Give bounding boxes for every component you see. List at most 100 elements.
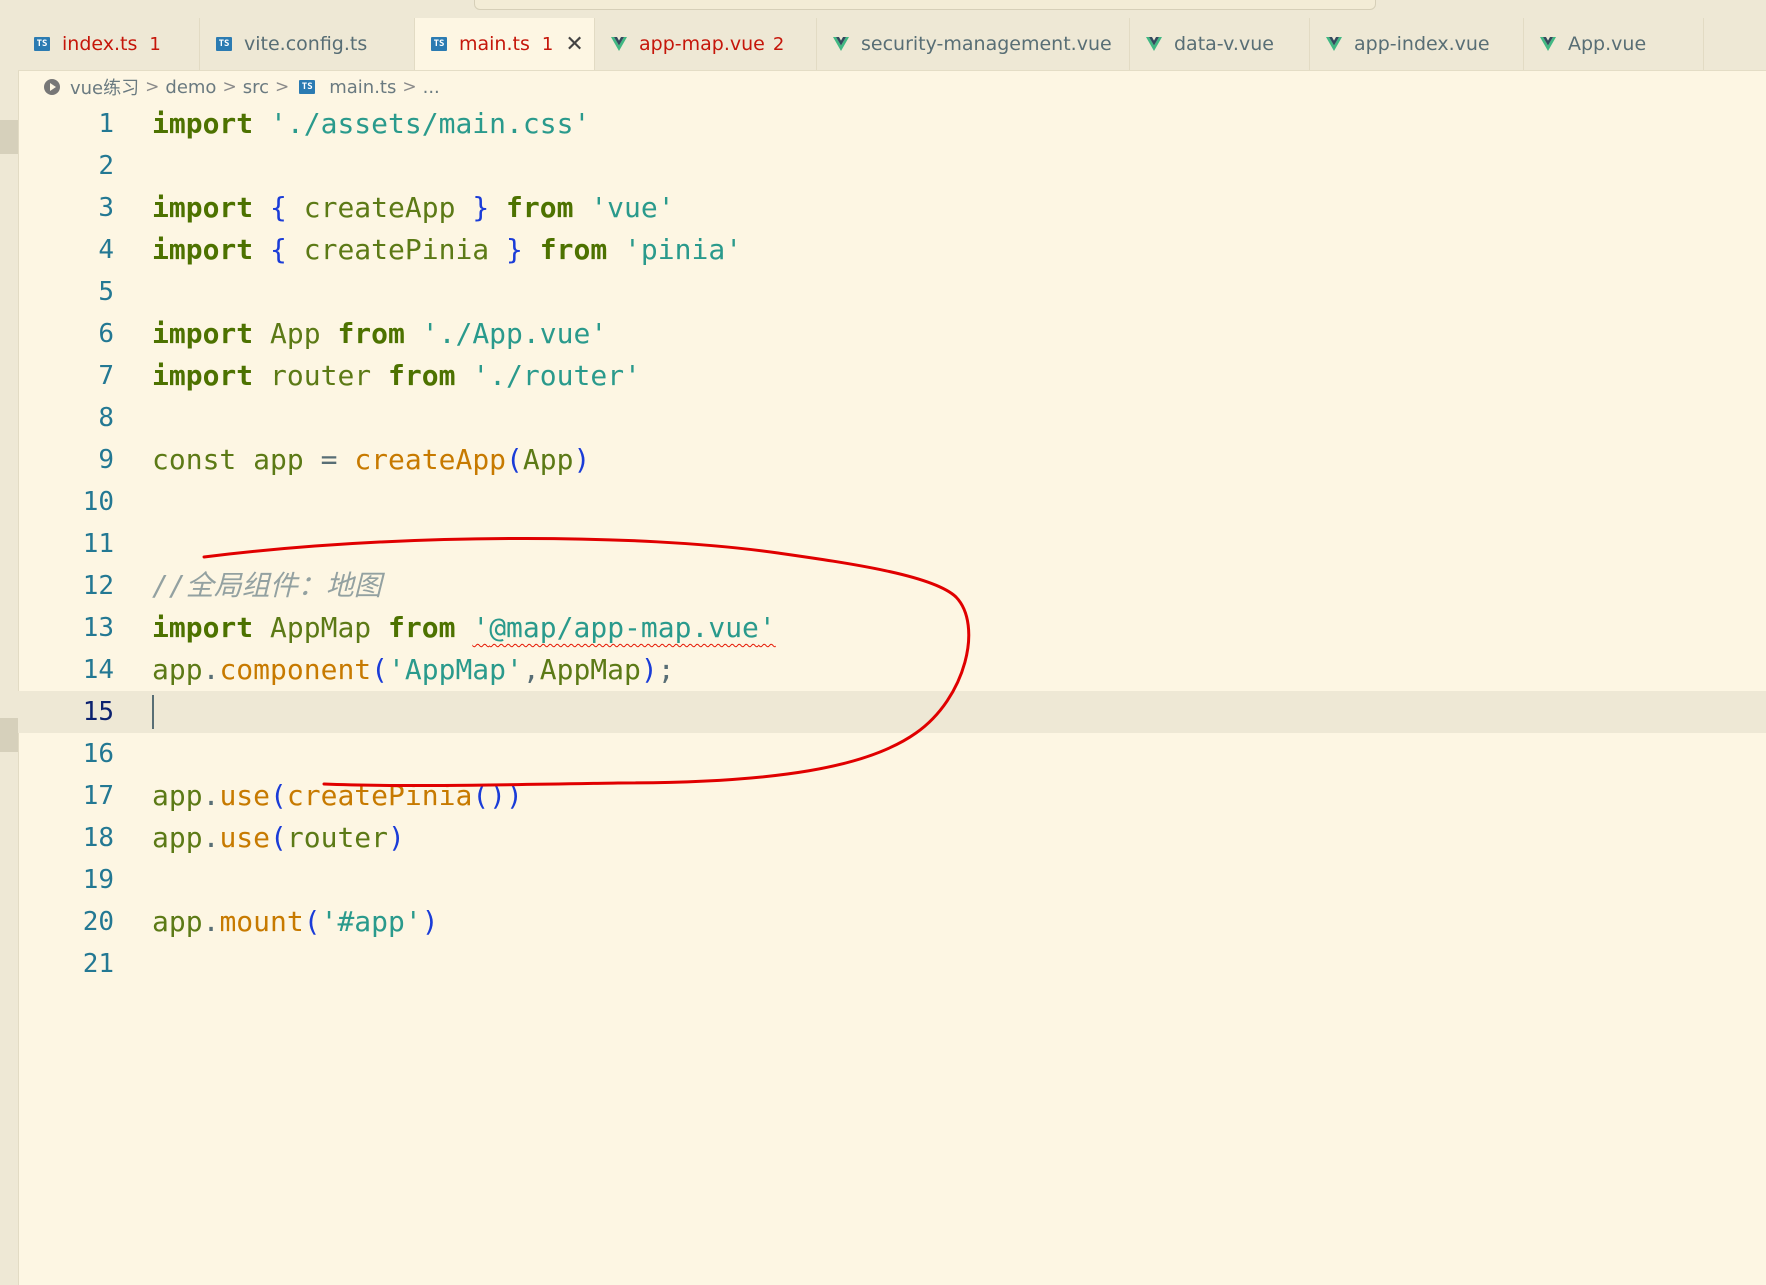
tab-label: App.vue (1568, 33, 1647, 55)
line-number: 14 (82, 655, 114, 685)
code-line[interactable]: 3 import { createApp } from 'vue' (18, 187, 1766, 229)
code-line[interactable]: 17 app.use(createPinia()) (18, 775, 1766, 817)
breadcrumb-item[interactable]: demo (165, 77, 216, 98)
line-number: 21 (82, 949, 114, 979)
code-line[interactable]: 6 import App from './App.vue' (18, 313, 1766, 355)
code-text: import { createPinia } from 'pinia' (152, 233, 743, 266)
line-number: 15 (82, 697, 114, 727)
line-number: 16 (82, 739, 114, 769)
activity-bar (0, 18, 19, 1285)
code-line[interactable]: 14 app.component('AppMap',AppMap); (18, 649, 1766, 691)
line-number: 4 (98, 235, 114, 265)
line-number: 6 (98, 319, 114, 349)
code-line[interactable]: 1 import './assets/main.css' (18, 103, 1766, 145)
breadcrumb-item[interactable]: main.ts (329, 77, 396, 98)
text-cursor (152, 695, 154, 729)
tab-label: app-index.vue (1354, 33, 1490, 55)
typescript-file-icon: TS (216, 37, 232, 51)
code-line[interactable]: 19 (18, 859, 1766, 901)
code-text: import AppMap from '@map/app-map.vue' (152, 611, 776, 644)
tab-app-vue[interactable]: App.vue (1524, 18, 1704, 70)
folder-run-icon (44, 79, 60, 95)
code-text: app.mount('#app') (152, 905, 439, 938)
tab-vite-config-ts[interactable]: TS vite.config.ts (200, 18, 415, 70)
vue-file-icon (833, 37, 849, 51)
close-icon[interactable]: ✕ (565, 32, 583, 57)
vue-file-icon (1540, 37, 1556, 51)
line-number: 10 (82, 487, 114, 517)
breadcrumb-item[interactable]: vue练习 (70, 74, 139, 100)
code-text: app.use(createPinia()) (152, 779, 523, 812)
tab-label: vite.config.ts (244, 33, 368, 55)
code-text: //全局组件：地图 (152, 565, 382, 607)
line-number: 7 (98, 361, 114, 391)
tab-app-map-vue[interactable]: app-map.vue 2 (595, 18, 817, 70)
code-line[interactable]: 21 (18, 943, 1766, 985)
line-number: 8 (98, 403, 114, 433)
error-count-badge: 1 (541, 33, 554, 55)
code-line[interactable]: 16 (18, 733, 1766, 775)
code-text: const app = createApp(App) (152, 443, 591, 476)
tab-app-index-vue[interactable]: app-index.vue (1310, 18, 1524, 70)
typescript-file-icon: TS (299, 80, 316, 94)
tab-main-ts[interactable]: TS main.ts 1 ✕ (415, 18, 595, 70)
title-bar (0, 0, 1766, 18)
tab-label: index.ts (62, 33, 138, 55)
vue-file-icon (611, 37, 627, 51)
code-line-current[interactable]: 15 (18, 691, 1766, 733)
typescript-file-icon: TS (431, 37, 447, 51)
code-line[interactable]: 12 //全局组件：地图 (18, 565, 1766, 607)
code-line[interactable]: 5 (18, 271, 1766, 313)
line-number: 11 (82, 529, 114, 559)
code-line[interactable]: 13 import AppMap from '@map/app-map.vue' (18, 607, 1766, 649)
code-text: import { createApp } from 'vue' (152, 191, 675, 224)
activity-bar-indicator[interactable] (0, 718, 18, 752)
line-number: 19 (82, 865, 114, 895)
code-text: app.use(router) (152, 821, 405, 854)
code-line[interactable]: 2 (18, 145, 1766, 187)
code-editor[interactable]: 1 import './assets/main.css' 2 3 import { … (18, 103, 1766, 1285)
code-line[interactable]: 4 import { createPinia } from 'pinia' (18, 229, 1766, 271)
command-center[interactable] (474, 0, 1376, 10)
error-count-badge: 1 (149, 33, 161, 55)
typescript-file-icon: TS (34, 37, 50, 51)
breadcrumb-item[interactable]: ... (423, 77, 440, 98)
line-number: 5 (98, 277, 114, 307)
code-line[interactable]: 11 (18, 523, 1766, 565)
line-number: 13 (82, 613, 114, 643)
tab-data-v-vue[interactable]: data-v.vue (1130, 18, 1310, 70)
activity-bar-indicator[interactable] (0, 120, 18, 154)
editor-tabs: TS index.ts 1 TS vite.config.ts TS main.… (18, 18, 1766, 71)
code-line[interactable]: 7 import router from './router' (18, 355, 1766, 397)
tab-label: data-v.vue (1174, 33, 1274, 55)
chevron-right-icon: > (145, 77, 160, 97)
vue-file-icon (1146, 37, 1162, 51)
code-text: import App from './App.vue' (152, 317, 608, 350)
line-number: 3 (98, 193, 114, 223)
tab-label: app-map.vue (639, 33, 765, 55)
code-text: app.component('AppMap',AppMap); (152, 653, 675, 686)
tab-index-ts[interactable]: TS index.ts 1 (18, 18, 200, 70)
line-number: 18 (82, 823, 114, 853)
code-line[interactable]: 18 app.use(router) (18, 817, 1766, 859)
chevron-right-icon: > (222, 77, 237, 97)
code-line[interactable]: 9 const app = createApp(App) (18, 439, 1766, 481)
code-text: import './assets/main.css' (152, 107, 591, 140)
line-number: 1 (98, 109, 114, 139)
tab-label: main.ts (459, 33, 530, 55)
vue-file-icon (1326, 37, 1342, 51)
line-number: 12 (82, 571, 114, 601)
line-number: 20 (82, 907, 114, 937)
line-number: 2 (98, 151, 114, 181)
error-count-badge: 2 (772, 33, 785, 55)
tab-security-management-vue[interactable]: security-management.vue (817, 18, 1130, 70)
line-number: 9 (98, 445, 114, 475)
code-text: import router from './router' (152, 359, 641, 392)
breadcrumb-item[interactable]: src (243, 77, 269, 98)
code-line[interactable]: 8 (18, 397, 1766, 439)
code-line[interactable]: 20 app.mount('#app') (18, 901, 1766, 943)
error-squiggle[interactable]: '@map/app-map.vue' (472, 611, 775, 644)
code-line[interactable]: 10 (18, 481, 1766, 523)
tab-label: security-management.vue (861, 33, 1112, 55)
line-number: 17 (82, 781, 114, 811)
